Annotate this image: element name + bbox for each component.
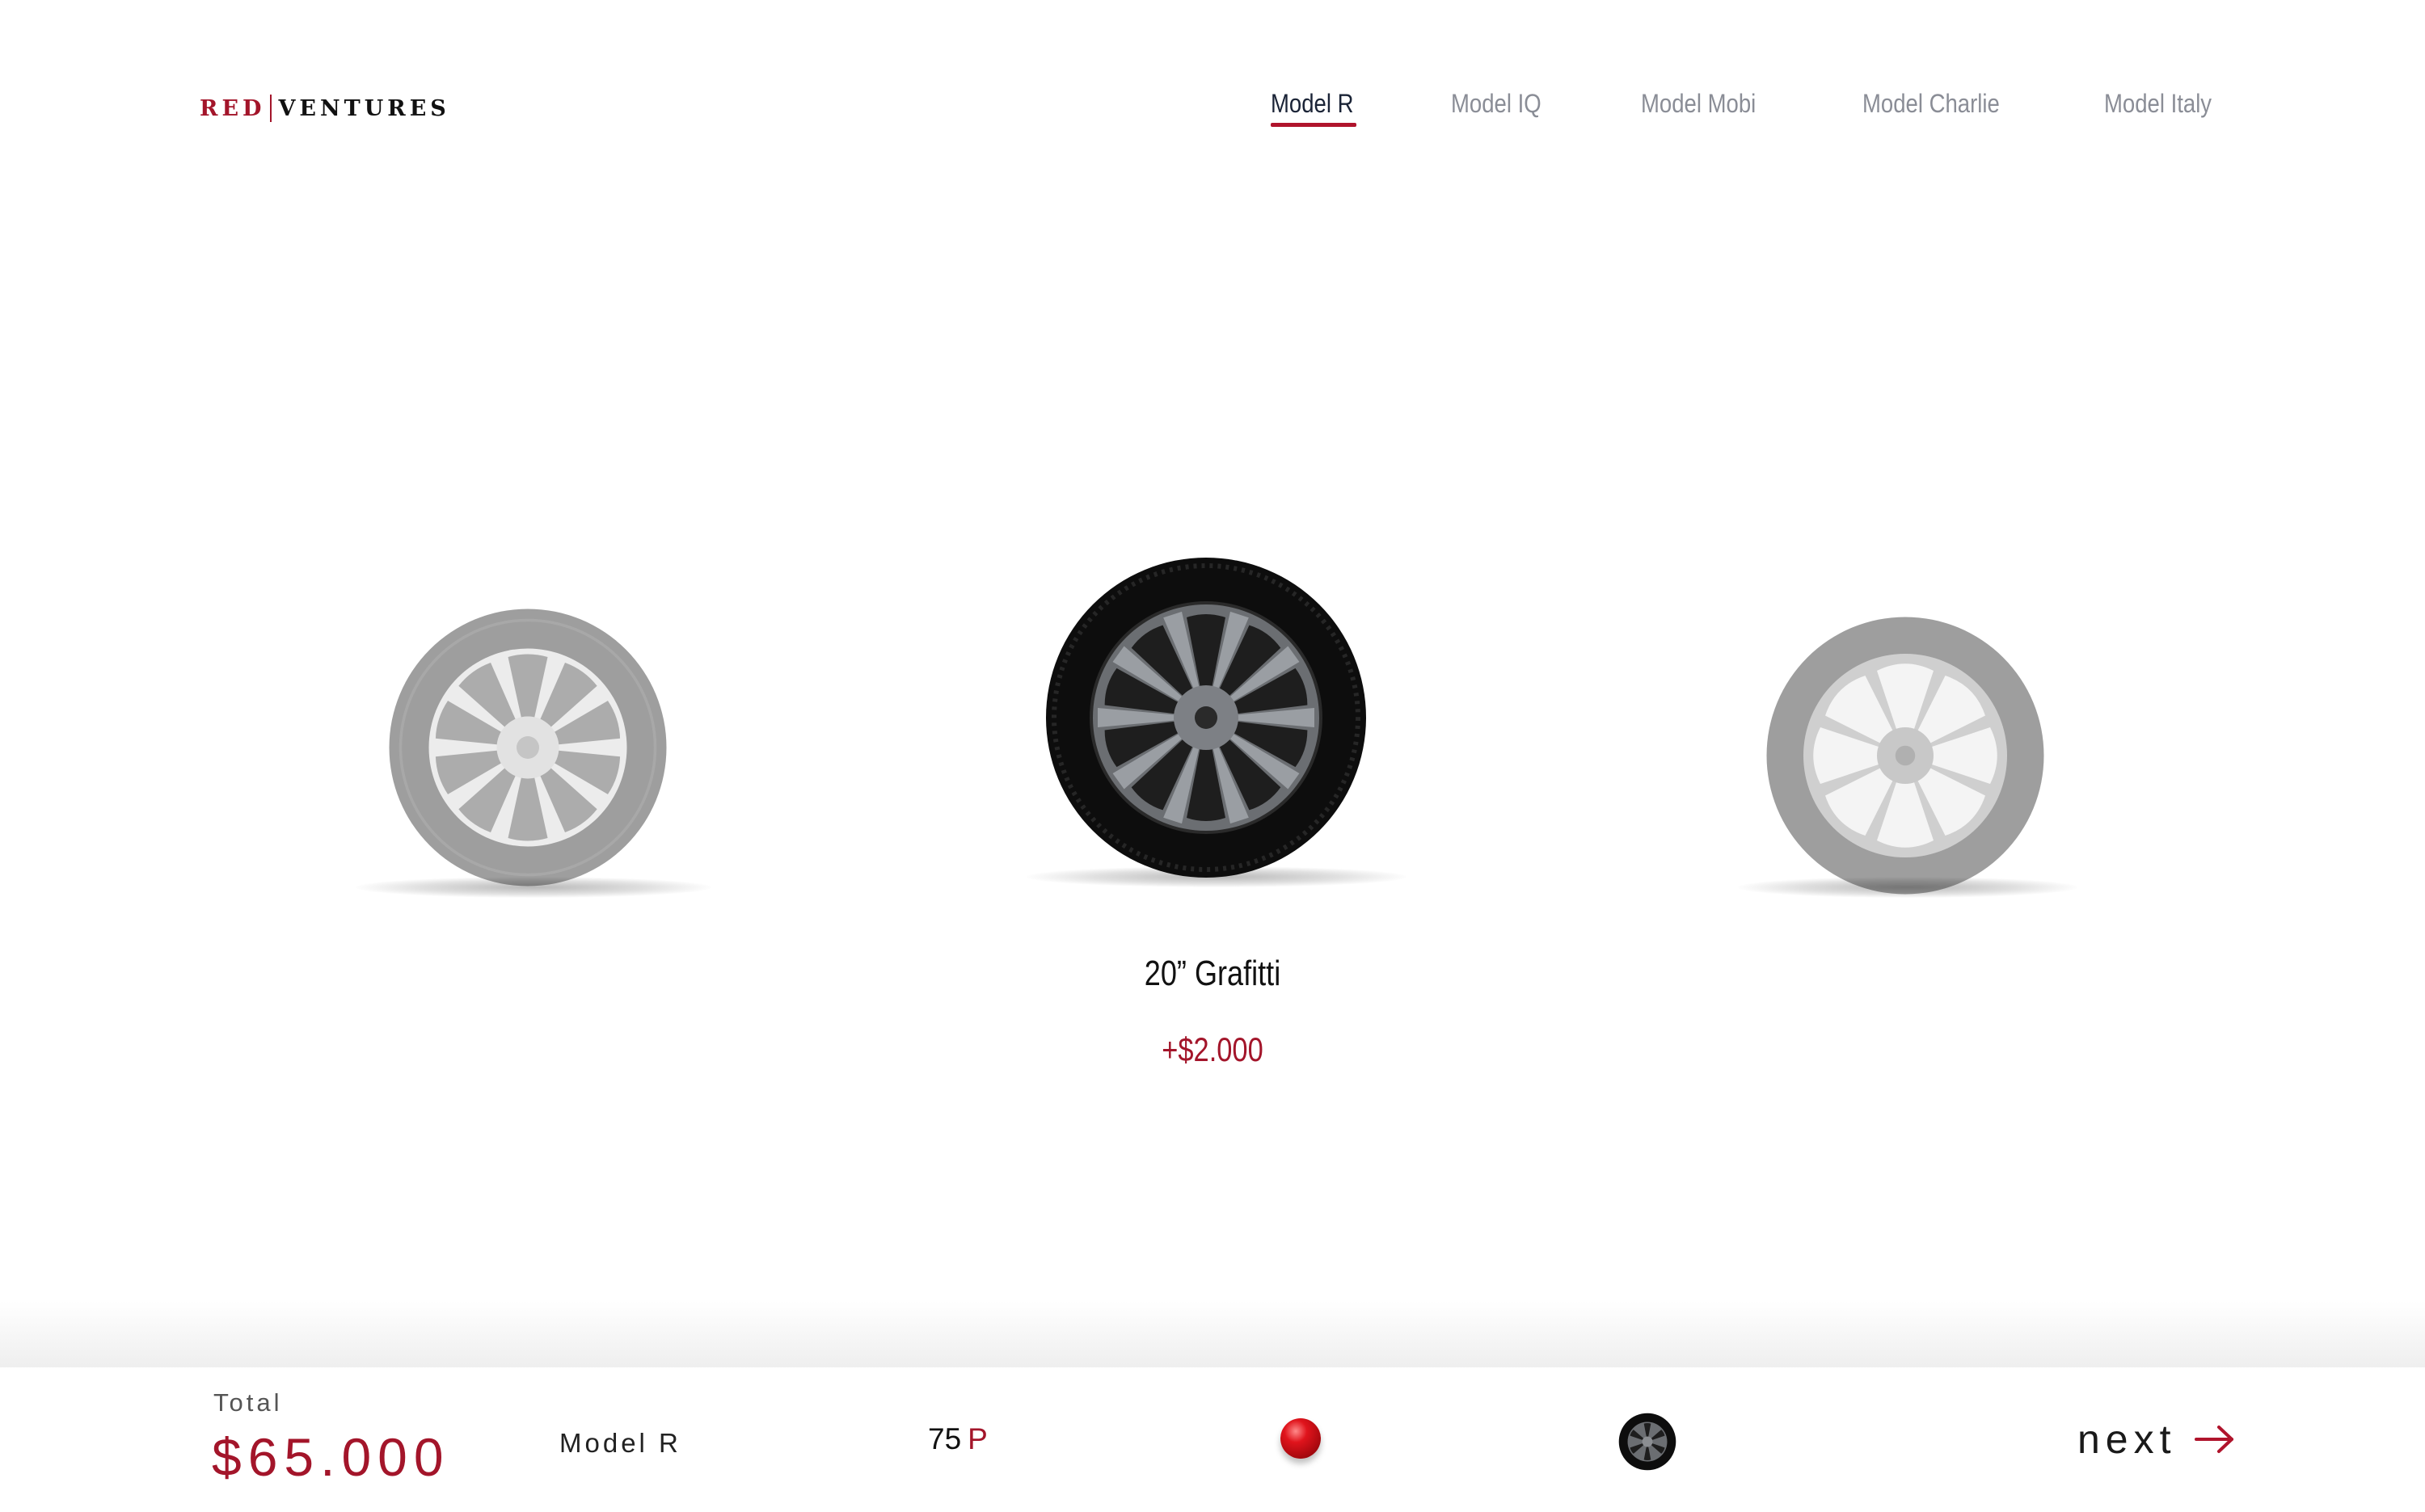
total-price: $65.000 xyxy=(212,1427,450,1487)
wheel-icon xyxy=(1046,558,1366,878)
brand-logo-ventures: VENTURES xyxy=(278,95,450,121)
nav-item-model-charlie[interactable]: Model Charlie xyxy=(1862,89,2000,119)
selected-wheel-name: 20” Grafitti xyxy=(1144,954,1281,993)
footer-fade xyxy=(0,1301,2425,1370)
next-button[interactable]: next xyxy=(2077,1416,2235,1463)
nav-item-model-r[interactable]: Model R xyxy=(1271,89,1353,119)
summary-battery: 75 P xyxy=(928,1422,988,1456)
total-label: Total xyxy=(213,1388,283,1417)
wheel-icon xyxy=(389,609,667,887)
battery-value: 75 xyxy=(928,1422,962,1455)
wheel-icon xyxy=(1618,1413,1676,1471)
nav-item-model-iq[interactable]: Model IQ xyxy=(1451,89,1541,119)
battery-unit: P xyxy=(968,1422,988,1455)
arrow-right-icon xyxy=(2194,1426,2233,1453)
wheel-option-right[interactable] xyxy=(1764,614,2047,897)
brand-logo-red: RED xyxy=(200,95,266,121)
wheel-thumbnail xyxy=(1618,1413,1676,1471)
brand-logo-divider xyxy=(270,95,272,122)
wheel-icon xyxy=(1766,617,2044,895)
wheel-option-left[interactable] xyxy=(386,606,669,889)
brand-logo[interactable]: RED VENTURES xyxy=(200,94,450,123)
selected-wheel-price: +$2.000 xyxy=(1162,1030,1263,1068)
nav-active-indicator xyxy=(1271,123,1356,127)
nav-item-model-mobi[interactable]: Model Mobi xyxy=(1641,89,1756,119)
paint-color-swatch xyxy=(1280,1418,1321,1459)
wheel-option-selected[interactable] xyxy=(1044,556,1368,879)
nav-item-model-italy[interactable]: Model Italy xyxy=(2104,89,2212,119)
next-label: next xyxy=(2077,1417,2177,1462)
summary-model: Model R xyxy=(559,1428,681,1458)
